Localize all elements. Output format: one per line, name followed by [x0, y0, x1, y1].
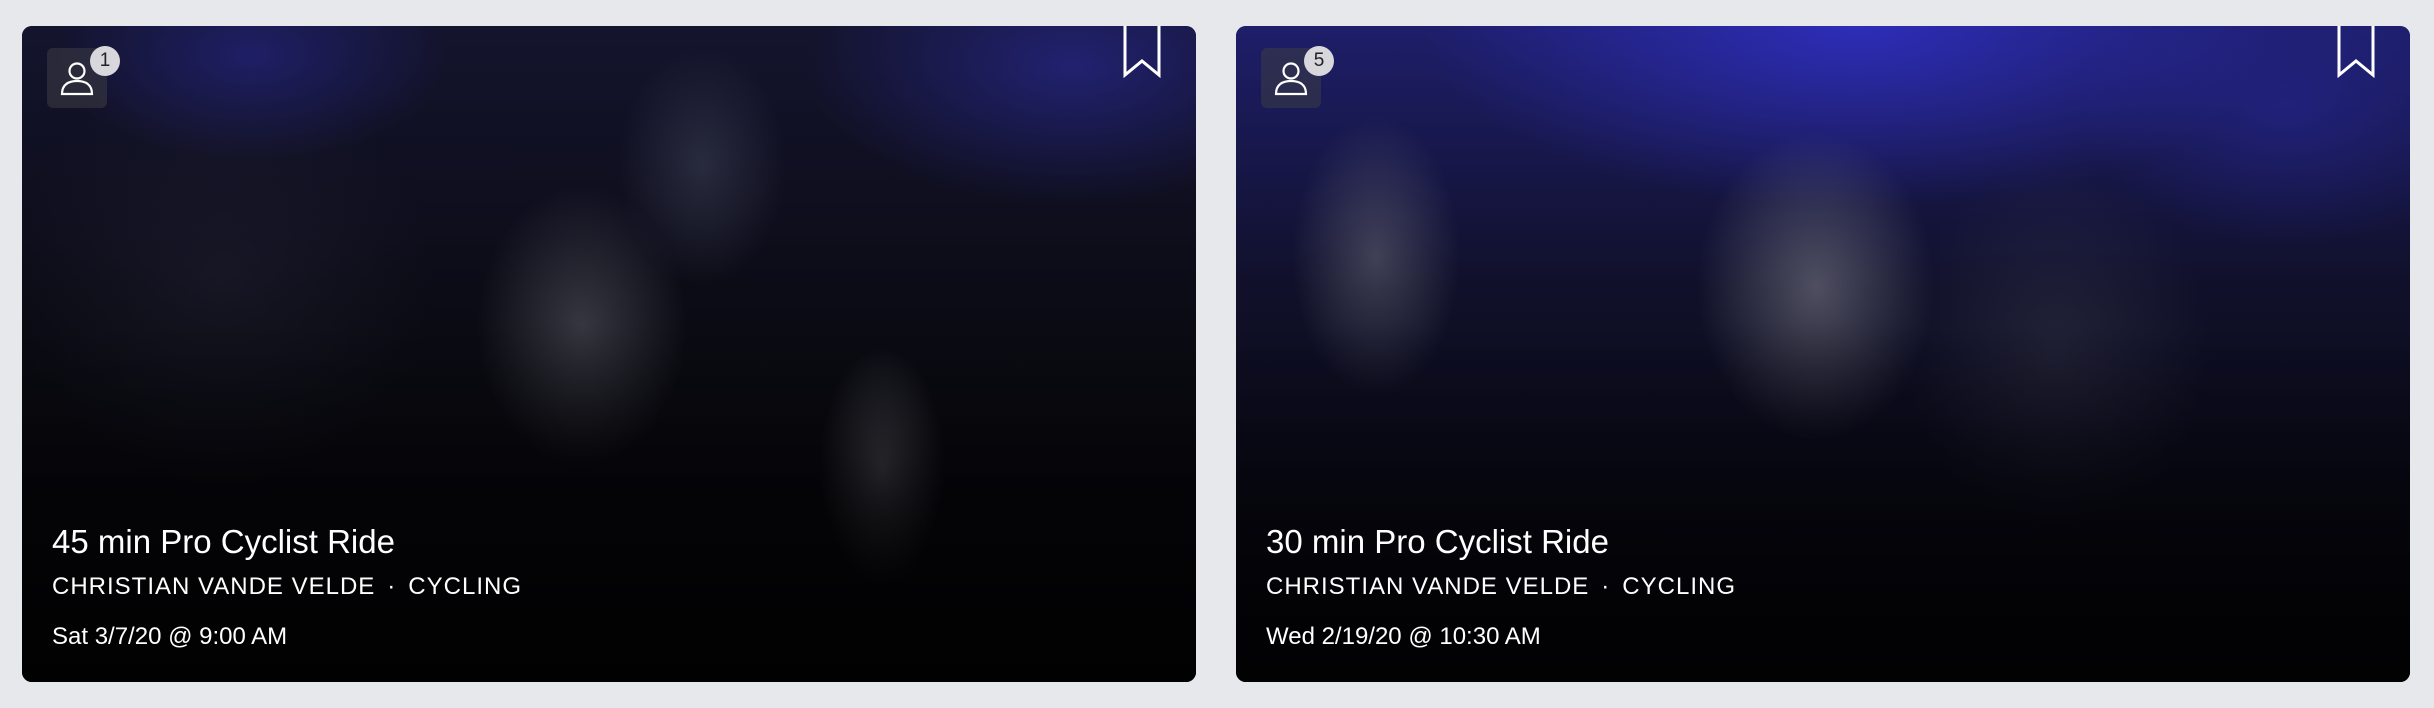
class-info: 30 min Pro Cyclist Ride CHRISTIAN VANDE … — [1266, 522, 2380, 652]
class-card-row: 1 45 min Pro Cyclist Ride CHRISTIAN VAND… — [0, 0, 2434, 708]
class-meta: CHRISTIAN VANDE VELDE · CYCLING — [1266, 572, 2380, 602]
class-category: CYCLING — [408, 573, 522, 600]
class-card[interactable]: 1 45 min Pro Cyclist Ride CHRISTIAN VAND… — [22, 26, 1196, 682]
instructor-name: CHRISTIAN VANDE VELDE — [1266, 573, 1590, 600]
instructor-name: CHRISTIAN VANDE VELDE — [52, 573, 376, 600]
class-title: 30 min Pro Cyclist Ride — [1266, 523, 1609, 560]
meta-separator: · — [387, 573, 397, 600]
bookmark-icon[interactable] — [1122, 26, 1162, 78]
class-datetime: Sat 3/7/20 @ 9:00 AM — [52, 623, 288, 650]
class-card[interactable]: 5 30 min Pro Cyclist Ride CHRISTIAN VAND… — [1236, 26, 2410, 682]
user-count-badge: 5 — [1304, 46, 1334, 76]
meta-separator: · — [1601, 573, 1611, 600]
class-datetime: Wed 2/19/20 @ 10:30 AM — [1266, 623, 1541, 650]
class-info: 45 min Pro Cyclist Ride CHRISTIAN VANDE … — [52, 522, 1166, 652]
bookmark-icon[interactable] — [2336, 26, 2376, 78]
class-meta: CHRISTIAN VANDE VELDE · CYCLING — [52, 572, 1166, 602]
class-category: CYCLING — [1622, 573, 1736, 600]
user-count-badge: 1 — [90, 46, 120, 76]
class-title: 45 min Pro Cyclist Ride — [52, 523, 395, 560]
